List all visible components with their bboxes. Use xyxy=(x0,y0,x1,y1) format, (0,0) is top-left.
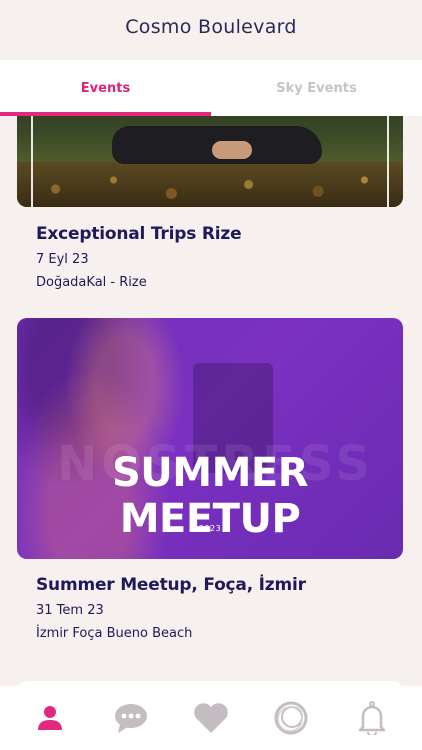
nav-favorites[interactable] xyxy=(191,698,231,738)
forest-ground xyxy=(17,162,403,207)
app-header: Cosmo Boulevard xyxy=(0,0,422,60)
event-title[interactable]: Exceptional Trips Rize xyxy=(36,224,242,244)
event-info[interactable]: Exceptional Trips Rize 7 Eyl 23 DoğadaKa… xyxy=(36,224,242,290)
banner-year: 2023 xyxy=(198,524,222,533)
event-location: DoğadaKal - Rize xyxy=(36,275,147,290)
event-info[interactable]: Summer Meetup, Foça, İzmir 31 Tem 23 İzm… xyxy=(36,575,306,641)
page-title: Cosmo Boulevard xyxy=(125,16,297,38)
frame-line xyxy=(387,116,389,207)
tab-events[interactable]: Events xyxy=(0,60,211,116)
bell-icon xyxy=(358,701,385,735)
event-title[interactable]: Summer Meetup, Foça, İzmir xyxy=(36,575,306,595)
frame-line xyxy=(31,116,33,207)
event-image-exceptional-trips[interactable] xyxy=(17,116,403,207)
circle-logo-icon xyxy=(274,701,308,735)
events-list[interactable]: Exceptional Trips Rize 7 Eyl 23 DoğadaKa… xyxy=(0,116,422,686)
person-hands xyxy=(212,141,252,159)
nav-cosmo[interactable] xyxy=(271,698,311,738)
tab-sky-events[interactable]: Sky Events xyxy=(211,60,422,116)
nav-profile[interactable] xyxy=(30,698,70,738)
event-location: İzmir Foça Bueno Beach xyxy=(36,626,193,641)
chat-icon xyxy=(114,704,147,733)
bottom-navigation xyxy=(0,686,422,750)
event-image-summer-meetup[interactable]: NOSTRESS SUMMER MEETUP 2023 xyxy=(17,318,403,559)
heart-icon xyxy=(194,703,228,733)
nav-chat[interactable] xyxy=(111,698,151,738)
event-date: 31 Tem 23 xyxy=(36,603,104,618)
event-date: 7 Eyl 23 xyxy=(36,252,89,267)
profile-icon xyxy=(38,706,63,730)
nav-notifications[interactable] xyxy=(352,698,392,738)
tab-bar: Events Sky Events xyxy=(0,60,422,116)
